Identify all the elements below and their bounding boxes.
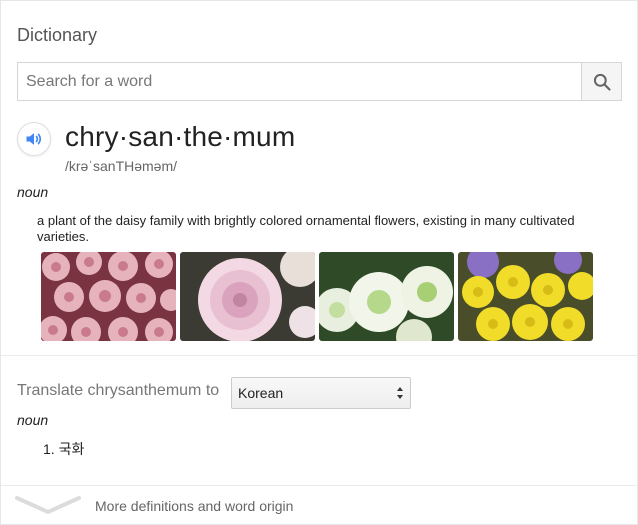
definition-text: a plant of the daisy family with brightl… xyxy=(37,213,575,244)
pale-pink-chrysanthemum-image xyxy=(180,252,315,341)
translation-part-of-speech: noun xyxy=(17,412,49,428)
speaker-icon xyxy=(26,133,42,145)
part-of-speech: noun xyxy=(17,184,49,200)
flower-image-yellow[interactable] xyxy=(458,252,593,341)
more-definitions-label: More definitions and word origin xyxy=(95,498,294,514)
pink-chrysanthemums-image xyxy=(41,252,176,341)
translation-number: 1. xyxy=(43,441,55,457)
flower-image-pink[interactable] xyxy=(41,252,176,341)
phonetic-spelling: /krəˈsanTHəməm/ xyxy=(65,158,178,174)
search-input[interactable] xyxy=(18,63,581,100)
chevron-down-icon xyxy=(15,496,81,514)
selected-language: Korean xyxy=(238,385,284,401)
select-arrows-icon xyxy=(397,387,403,399)
search-box xyxy=(17,62,622,101)
flower-image-pale-pink[interactable] xyxy=(180,252,315,341)
yellow-chrysanthemums-image xyxy=(458,252,593,341)
language-select[interactable]: Korean xyxy=(231,377,411,409)
dictionary-title: Dictionary xyxy=(17,25,98,45)
headword: chry·san·the·mum xyxy=(65,121,296,152)
dictionary-card: Dictionary chry·san·the·mum /krəˈsanTHəm… xyxy=(0,0,638,525)
translation-item: 1. 국화 xyxy=(43,439,84,459)
translate-label: Translate chrysanthemum to xyxy=(17,382,220,399)
translation-text: 국화 xyxy=(58,441,85,457)
more-definitions-button[interactable]: More definitions and word origin xyxy=(1,486,638,525)
image-strip xyxy=(41,252,593,341)
search-button[interactable] xyxy=(581,63,621,100)
flower-image-green-white[interactable] xyxy=(319,252,454,341)
section-divider xyxy=(1,355,638,356)
pronunciation-button[interactable] xyxy=(17,122,51,156)
search-icon xyxy=(593,73,611,91)
green-white-chrysanthemums-image xyxy=(319,252,454,341)
